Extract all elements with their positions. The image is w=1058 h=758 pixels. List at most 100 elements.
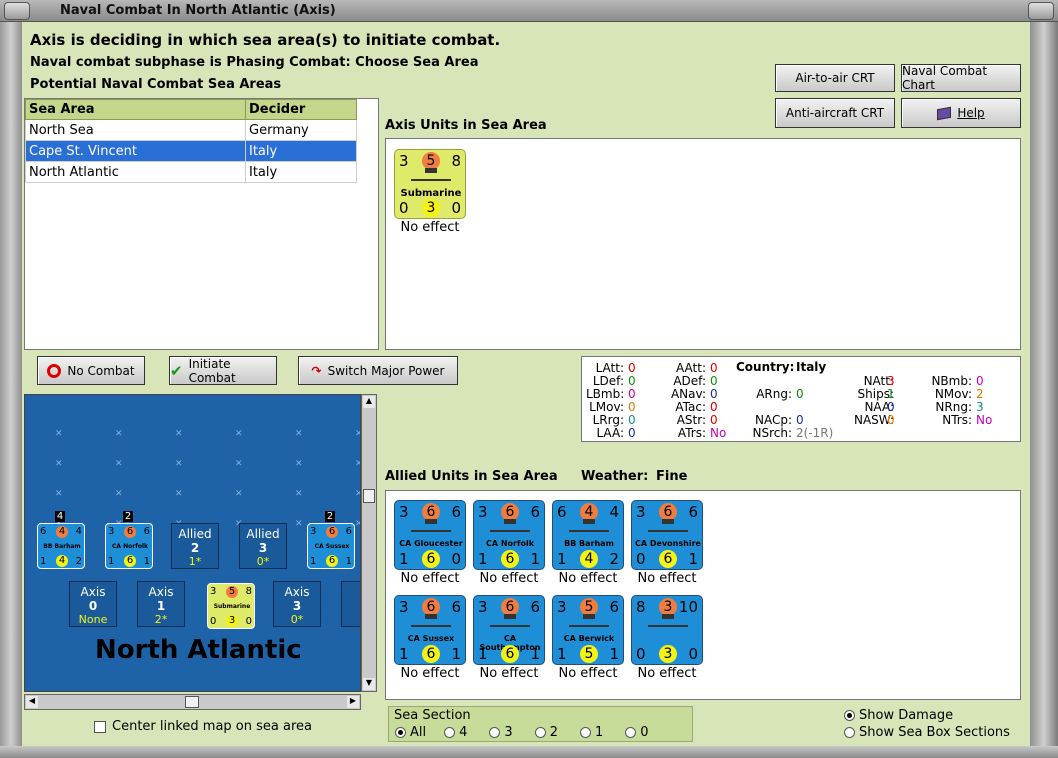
allied-unit-counter[interactable]: 366CA Southampton161 bbox=[473, 595, 545, 665]
scroll-down-icon[interactable]: ▼ bbox=[363, 678, 375, 690]
warship-icon bbox=[490, 519, 530, 532]
anti-aircraft-crt-button[interactable]: Anti-aircraft CRT bbox=[775, 98, 895, 128]
show-sea-box-radio[interactable] bbox=[844, 727, 855, 738]
scroll-left-icon[interactable]: ◀ bbox=[26, 696, 38, 708]
initiate-combat-button[interactable]: ✔ Initiate Combat bbox=[169, 356, 277, 385]
counter-bottom-right: 1 bbox=[530, 645, 540, 663]
air-to-air-crt-button[interactable]: Air-to-air CRT bbox=[775, 64, 895, 92]
sea-section-radio[interactable] bbox=[625, 727, 637, 738]
table-row[interactable]: North Atlantic Italy bbox=[25, 161, 357, 183]
counter-bottom-center: 6 bbox=[501, 645, 519, 663]
natt-label: NAtt: bbox=[863, 374, 894, 388]
help-button[interactable]: Help bbox=[901, 98, 1021, 128]
country-label: Country: bbox=[736, 360, 795, 374]
counter-top-left: 3 bbox=[478, 503, 488, 521]
map-unit-counter[interactable]: 3 6 6 CA Sussex 1 6 1 bbox=[307, 523, 355, 569]
center-map-checkbox-row[interactable]: Center linked map on sea area bbox=[94, 719, 312, 734]
warship-icon bbox=[569, 519, 609, 532]
axis-unit-counter[interactable]: 3 5 8 Submarine 0 3 0 bbox=[394, 149, 466, 219]
close-window-icon[interactable] bbox=[1028, 2, 1054, 20]
table-row-selected[interactable]: Cape St. Vincent Italy bbox=[25, 140, 357, 162]
sea-area-cell: Cape St. Vincent bbox=[25, 140, 246, 162]
country-value: Italy bbox=[796, 360, 827, 374]
wave-mark: ✕ bbox=[295, 459, 303, 469]
sea-section-option[interactable]: All bbox=[395, 725, 426, 740]
allied-sea-box[interactable]: Allied 2 1* bbox=[171, 523, 219, 569]
no-combat-button[interactable]: No Combat bbox=[37, 356, 145, 385]
nmov-value: 2 bbox=[976, 387, 984, 401]
counter-bottom-left: 1 bbox=[399, 550, 409, 568]
box-section-number: 3 bbox=[258, 541, 268, 555]
naval-combat-chart-button[interactable]: Naval Combat Chart bbox=[901, 64, 1021, 92]
wave-mark: ✕ bbox=[175, 429, 183, 439]
allied-unit-effect: No effect bbox=[558, 571, 618, 586]
allied-unit-counter[interactable]: 3 6 6 CA Norfolk 1 6 1 bbox=[473, 500, 545, 570]
sea-section-radio[interactable] bbox=[579, 727, 591, 738]
ntrs-value: No bbox=[976, 413, 993, 427]
axis-sea-box[interactable]: Axis 3 0* bbox=[273, 581, 321, 627]
counter-bottom-left: 1 bbox=[108, 556, 115, 567]
wave-mark: ✕ bbox=[115, 429, 123, 439]
sea-area-map[interactable]: ✕✕✕✕✕✕✕✕✕✕✕✕✕✕✕✕✕✕✕✕✕✕✕✕ 644BB Barham142… bbox=[24, 394, 361, 692]
allied-unit-counter[interactable]: 6 4 4 BB Barham 1 4 2 bbox=[552, 500, 624, 570]
show-damage-option[interactable]: Show Damage bbox=[844, 708, 953, 723]
map-unit-counter[interactable]: 3 5 8 Submarine 0 3 0 bbox=[207, 583, 255, 629]
sea-section-group: Sea Section All 4 3 2 1 0 bbox=[388, 706, 693, 742]
sea-section-radio[interactable] bbox=[489, 727, 501, 738]
allied-unit-counter[interactable]: 3 5 6 CA Berwick 1 5 1 bbox=[552, 595, 624, 665]
help-label: Help bbox=[957, 106, 985, 120]
table-row[interactable]: North Sea Germany bbox=[25, 119, 357, 141]
scroll-up-icon[interactable]: ▲ bbox=[363, 396, 375, 408]
axis-units-panel: 3 5 8 Submarine 0 3 0 No effect bbox=[385, 138, 1021, 350]
checkmark-icon: ✔ bbox=[170, 361, 183, 380]
sea-section-radio[interactable] bbox=[395, 727, 406, 738]
horizontal-scroll-thumb[interactable] bbox=[185, 696, 199, 708]
center-map-checkbox[interactable] bbox=[94, 720, 106, 733]
lbmb-value: 0 bbox=[628, 387, 636, 401]
scroll-right-icon[interactable]: ▶ bbox=[347, 696, 359, 708]
axis-sea-box[interactable]: Axis 1 2* bbox=[137, 581, 185, 627]
show-damage-label: Show Damage bbox=[859, 708, 954, 723]
allied-unit-counter[interactable]: 3 6 6 CA Devonshire 0 6 1 bbox=[631, 500, 703, 570]
warship-icon bbox=[569, 614, 609, 627]
anav-value: 0 bbox=[710, 387, 718, 401]
allied-unit-counter[interactable]: 3 6 6 CA Gloucester 1 6 0 bbox=[394, 500, 466, 570]
sea-section-option[interactable]: 0 bbox=[625, 725, 649, 740]
allied-unit-counter[interactable]: 3 6 6 CA Sussex 1 6 1 bbox=[394, 595, 466, 665]
map-unit-counter[interactable]: 3 6 6 CA Norfolk 1 6 1 bbox=[105, 523, 153, 569]
sea-section-option[interactable]: 4 bbox=[444, 725, 467, 740]
switch-major-power-button[interactable]: ↷ Switch Major Power bbox=[298, 356, 458, 385]
ships-value: 1 bbox=[887, 387, 895, 401]
column-header-sea-area[interactable]: Sea Area bbox=[25, 99, 246, 120]
show-damage-radio[interactable] bbox=[844, 710, 855, 721]
axis-sea-box[interactable]: Axis 0 None bbox=[69, 581, 117, 627]
sea-section-radio[interactable] bbox=[444, 727, 456, 738]
nbmb-label: NBmb: bbox=[931, 374, 972, 388]
section-title-sea-areas: Potential Naval Combat Sea Areas bbox=[30, 77, 282, 92]
counter-bottom-left: 1 bbox=[399, 645, 409, 663]
box-unit-count: None bbox=[78, 613, 108, 626]
sea-section-radio[interactable] bbox=[534, 727, 546, 738]
arng-value: 0 bbox=[796, 387, 804, 401]
warship-icon bbox=[648, 614, 688, 627]
nacp-label: NACp: bbox=[754, 413, 792, 427]
window-menu-icon[interactable] bbox=[4, 2, 30, 20]
map-vertical-scrollbar[interactable]: ▲ ▼ bbox=[361, 394, 377, 692]
sea-section-option[interactable]: 1 bbox=[579, 725, 603, 740]
axis-sea-box[interactable]: A bbox=[341, 581, 360, 627]
status-line-2: Naval combat subphase is Phasing Combat:… bbox=[30, 55, 479, 70]
map-unit-counter[interactable]: 6 4 4 BB Barham 1 4 2 bbox=[37, 523, 85, 569]
allied-unit-counter[interactable]: 8 3 10 0 3 0 bbox=[631, 595, 703, 665]
sea-section-option[interactable]: 3 bbox=[489, 725, 513, 740]
title-bar[interactable]: Naval Combat In North Atlantic (Axis) bbox=[0, 0, 1058, 22]
allied-sea-box[interactable]: Allied 3 0* bbox=[239, 523, 287, 569]
show-sea-box-option[interactable]: Show Sea Box Sections bbox=[844, 725, 1010, 740]
map-horizontal-scrollbar[interactable]: ◀ ▶ bbox=[24, 694, 361, 710]
counter-top-right: 6 bbox=[451, 503, 461, 521]
box-unit-count: 1* bbox=[188, 555, 202, 568]
sea-section-option[interactable]: 2 bbox=[534, 725, 558, 740]
vertical-scroll-thumb[interactable] bbox=[363, 489, 375, 503]
column-header-decider[interactable]: Decider bbox=[245, 99, 357, 120]
counter-bottom-center: 6 bbox=[501, 550, 519, 568]
counter-top-right: 8 bbox=[245, 586, 252, 597]
